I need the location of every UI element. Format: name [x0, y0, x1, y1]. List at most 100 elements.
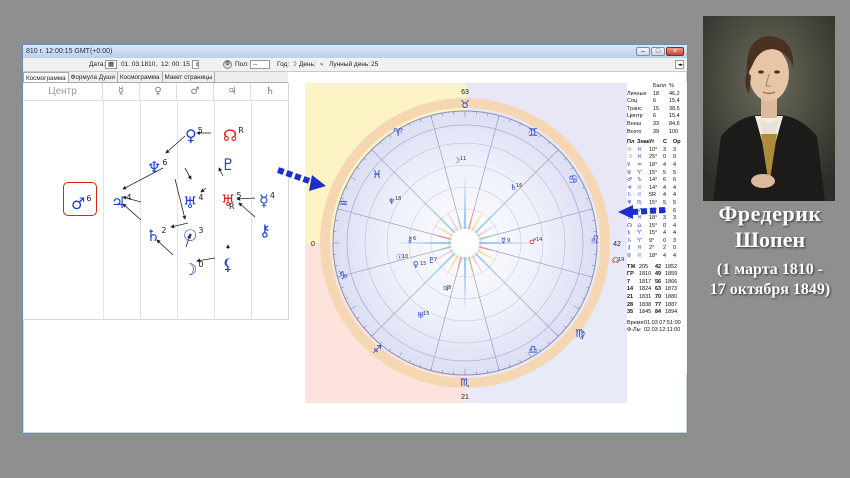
date-label: Дата: [89, 61, 106, 68]
age-label-21: 21 [461, 394, 469, 401]
summary-row: Соц 6 15,4 [627, 98, 680, 105]
svg-text:11: 11 [460, 156, 466, 162]
planet-row[interactable]: ♂ ♑ 14° 6 6 [627, 177, 687, 185]
planet-row[interactable]: ☉ ♓ 10° 3 3 [627, 147, 687, 155]
svg-text:15: 15 [420, 261, 426, 267]
svg-text:7: 7 [434, 257, 437, 263]
neptune-node[interactable]: ♆6 [147, 155, 167, 176]
lunar-day-label: Лунный день: [329, 61, 371, 68]
planet-row[interactable]: ☽ ♓ 25° 0 0 [627, 154, 687, 162]
pluto-node[interactable]: ♇ [221, 157, 235, 173]
svg-text:16: 16 [516, 183, 522, 189]
svg-text:15: 15 [423, 311, 429, 317]
year-row: ГР 1810 49 1859 [627, 271, 678, 278]
uranus-node-small[interactable]: ♅4 [183, 190, 203, 211]
planet-row[interactable]: ♀ ♈ 15° 5 5 [627, 170, 687, 178]
planet-row[interactable]: ♄ ♌ 5R 4 4 [627, 192, 687, 200]
chiron-node[interactable]: ⚷ [259, 223, 271, 239]
planet-row[interactable]: ⚸ ♈ 15° 4 4 [627, 230, 687, 238]
toolbar-scroll-icon[interactable]: ◂▸ [675, 58, 684, 72]
tab-soul-formula[interactable]: Формула Души [69, 72, 118, 82]
sign-capricorn-icon: ♑ [338, 269, 348, 282]
planet-row[interactable]: ⚷ ♓ 2° 2 0 [627, 245, 687, 253]
sign-virgo-icon: ♍ [575, 327, 585, 340]
minimize-button[interactable]: – [636, 47, 650, 56]
title-bar: 810 г. 12:00:15 GMT(+0:00) – □ × [23, 45, 687, 58]
portrait-image [703, 16, 835, 201]
date-comma: , [156, 61, 158, 68]
sign-leo-icon: ♌ [590, 233, 600, 246]
time-field[interactable]: 12: 00: 15 [161, 58, 190, 72]
date-field[interactable]: 01. 03.1810 [121, 58, 155, 72]
summary-row: Центр 6 15,4 [627, 113, 680, 120]
svg-text:10: 10 [402, 254, 408, 260]
composer-surname: Шопен [734, 227, 806, 252]
window-title: 810 г. 12:00:15 GMT(+0:00) [26, 48, 113, 55]
svg-text:14: 14 [536, 237, 542, 243]
age-label-0: 0 [311, 241, 315, 248]
moon-node[interactable]: ☽0 [183, 257, 203, 278]
sign-scorpio-icon: ♏ [460, 376, 470, 389]
sign-taurus-icon: ♉ [460, 98, 470, 111]
jupiter-icon: ♃ [319, 61, 324, 68]
tab-cosmogram[interactable]: Космограмма [23, 72, 69, 82]
stats-table: Балл % Личные 18 46,2 Соц 6 15,4 Транс 15 38,5 Це… [627, 83, 687, 373]
planet-venus-icon: ♀ [413, 260, 419, 269]
cosmogram-chart: 63 42 21 0 ♈ ♉ ♊ ♋ ♌ ♍ ♎ ♏ ♐ ♑ ♒ ♓ ♆ 18 … [305, 83, 627, 403]
planet-chiron-icon: ⚷ [407, 235, 413, 244]
planet-row[interactable]: ♅ ♏ 15° 5 5 [627, 200, 687, 208]
age-label-42: 42 [613, 241, 621, 248]
summary-header: Балл % [653, 83, 674, 89]
app-window: 810 г. 12:00:15 GMT(+0:00) – □ × Дата: ▦… [22, 44, 688, 434]
composer-name: Фредерик [718, 201, 822, 226]
planet-row[interactable]: ♃ ♌ 14° 4 4 [627, 185, 687, 193]
year-row: ТЖ 205 42 1852 [627, 263, 678, 270]
close-button[interactable]: × [666, 47, 684, 56]
year-row: 7 1817 56 1866 [627, 278, 678, 285]
sign-sagittarius-icon: ♐ [372, 343, 382, 356]
summary-row: Внеш 33 84,6 [627, 120, 680, 127]
maximize-button[interactable]: □ [651, 47, 665, 56]
saturn-node[interactable]: ♄2 [146, 223, 166, 244]
mercury-node[interactable]: ☿4 [259, 188, 275, 209]
planet-row[interactable]: ♇ ♓ 18° 3 3 [627, 215, 687, 223]
summary-row: Личные 18 46,2 [627, 90, 680, 97]
retrograde-mark: R [229, 202, 235, 211]
summary-row: Всего 39 100 [627, 128, 679, 135]
node-north-node[interactable]: ☊R [223, 123, 244, 144]
mars-node[interactable]: ♂6 [71, 191, 91, 212]
settings-icon[interactable]: ⚙ [223, 58, 232, 72]
soul-formula-panel: Центр ☿ ♀ ♂ ♃ ♄ ♀5 ☊R ♆6 ♇ ♂6 ♃4 ♅4 ♅5 R… [23, 83, 289, 320]
svg-text:8: 8 [448, 285, 451, 291]
summary-row: Транс 15 38,5 [627, 105, 680, 112]
svg-text:9: 9 [507, 238, 510, 244]
planet-row[interactable]: ♀ ♌ 18° 4 4 [627, 253, 687, 261]
planet-table-header: Пл Знак Уг С Ор [627, 139, 681, 146]
life-dates-line-2: 17 октября 1849) [709, 281, 831, 298]
year-row: 14 1824 63 1873 [627, 286, 678, 293]
lilith-node[interactable]: ⚸ [222, 257, 234, 273]
planet-mercury-icon: ☿ [501, 236, 506, 245]
time-spinner-icon[interactable]: ⇕ [192, 58, 199, 72]
planet-row[interactable]: ♄ ♈ 9° 0 3 [627, 238, 687, 246]
planet-row[interactable]: ♆ ♐ 15° 6 6 [627, 208, 687, 216]
svg-text:18: 18 [395, 196, 401, 202]
year-row: 35 1845 84 1894 [627, 309, 678, 316]
planet-row[interactable]: ☿ ♒ 18° 4 4 [627, 162, 687, 170]
sign-cancer-icon: ♋ [568, 173, 578, 186]
planet-row[interactable]: ☊ ♎ 15° 0 4 [627, 223, 687, 231]
pol-select[interactable]: -- [250, 58, 270, 72]
tab-cosmogram-2[interactable]: Космограмма [118, 72, 163, 82]
tab-bar: Космограмма Формула Души Космограмма Мак… [23, 72, 288, 83]
svg-text:19: 19 [618, 257, 624, 263]
tab-page-layout[interactable]: Макет страницы [163, 72, 216, 82]
calendar-icon[interactable]: ▦ [105, 58, 117, 72]
venus-node[interactable]: ♀5 [185, 123, 203, 144]
age-label-63: 63 [461, 89, 469, 96]
sign-gemini-icon: ♊ [528, 126, 538, 139]
jupiter-node[interactable]: ♃4 [111, 190, 131, 211]
year-row: 28 1838 77 1887 [627, 301, 678, 308]
time-row: Время 01.03 07:51:00 [627, 319, 681, 326]
toolbar: Дата: ▦ 01. 03.1810 , 12: 00: 15 ⇕ ⚙ Пол… [23, 58, 687, 72]
sun-node[interactable]: ☉3 [183, 223, 203, 244]
